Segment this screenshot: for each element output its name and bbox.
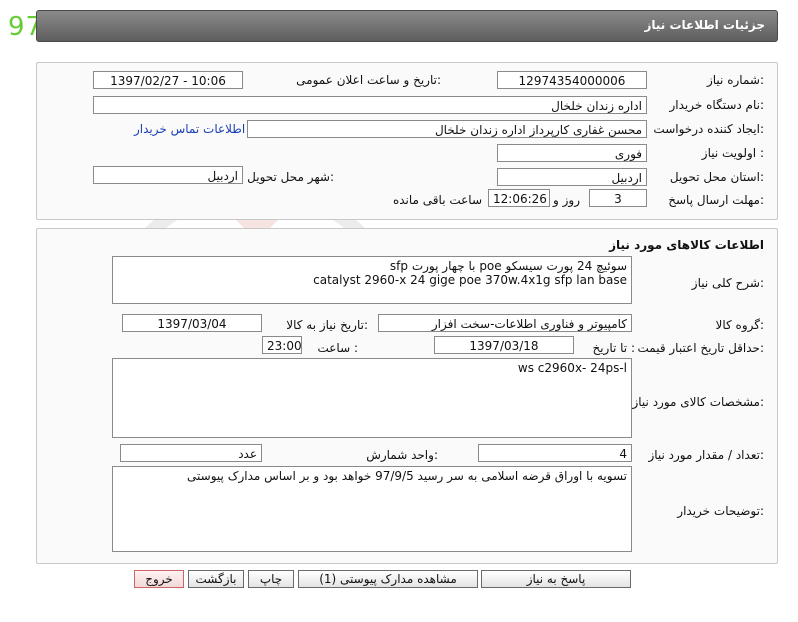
days-and-label: روز و <box>553 193 580 207</box>
announce-datetime-field: 1397/02/27 - 10:06 <box>93 71 243 89</box>
exit-button[interactable]: خروج <box>134 570 184 588</box>
need-date-field: 1397/03/04 <box>122 314 262 332</box>
quantity-field: 4 <box>478 444 632 462</box>
goods-group-field: کامپیوتر و فناوری اطلاعات-سخت افزار <box>378 314 632 332</box>
reply-button[interactable]: پاسخ به نیاز <box>481 570 631 588</box>
quantity-label: تعداد / مقدار مورد نیاز: <box>648 448 764 462</box>
city-label: شهر محل تحویل: <box>247 170 334 184</box>
buyer-org-field: اداره زندان خلخال <box>93 96 647 114</box>
unit-field: عدد <box>120 444 262 462</box>
goods-group-label: گروه کالا: <box>715 318 765 332</box>
spec-field: ws c2960x- 24ps-l <box>112 358 632 438</box>
creator-label: ایجاد کننده درخواست: <box>653 122 764 136</box>
back-button[interactable]: بازگشت <box>188 570 244 588</box>
price-validity-label: حداقل تاریخ اعتبار قیمت: <box>637 341 764 355</box>
until-date-label: تا تاریخ : <box>592 341 635 355</box>
deadline-days-field: 3 <box>589 189 647 207</box>
deadline-time-field: 12:06:26 <box>488 189 550 207</box>
need-date-label: تاریخ نیاز به کالا: <box>286 318 368 332</box>
general-desc-line-1: سوئیچ 24 پورت سیسکو poe با چهار پورت sfp <box>389 259 627 273</box>
province-label: استان محل تحویل: <box>669 170 764 184</box>
need-number-field: 12974354000006 <box>497 71 647 89</box>
time-field: 23:00 <box>262 336 302 354</box>
buyer-notes-label: توضیحات خریدار: <box>677 504 764 518</box>
priority-label: اولویت نیاز : <box>701 146 764 160</box>
remaining-label: ساعت باقی مانده <box>392 193 482 207</box>
deadline-label: مهلت ارسال پاسخ: <box>668 193 764 207</box>
need-number-label: شماره نیاز: <box>706 73 764 87</box>
buyer-org-label: نام دستگاه خریدار: <box>669 98 765 112</box>
general-desc-label: شرح کلی نیاز: <box>691 276 764 290</box>
priority-field: فوری <box>497 144 647 162</box>
province-field: اردبیل <box>497 168 647 186</box>
city-field: اردبیل <box>93 166 243 184</box>
view-attachments-button[interactable]: مشاهده مدارک پیوستی (1) <box>298 570 478 588</box>
until-date-field: 1397/03/18 <box>434 336 574 354</box>
announce-datetime-label: تاریخ و ساعت اعلان عمومی: <box>296 73 441 87</box>
buyer-notes-field: تسویه با اوراق قرضه اسلامی به سر رسید 97… <box>112 466 632 552</box>
creator-field: محسن غفاری کارپرداز اداره زندان خلخال <box>247 120 647 138</box>
page-title: جزئیات اطلاعات نیاز <box>644 18 765 32</box>
time-label: ساعت : <box>317 341 358 355</box>
header-bar: جزئیات اطلاعات نیاز <box>36 10 778 42</box>
print-button[interactable]: چاپ <box>248 570 294 588</box>
unit-label: واحد شمارش: <box>366 448 438 462</box>
general-desc-field: سوئیچ 24 پورت سیسکو poe با چهار پورت sfp… <box>112 256 632 304</box>
goods-section-title: اطلاعات کالاهای مورد نیاز <box>609 238 764 252</box>
general-desc-line-2: catalyst 2960-x 24 gige poe 370w.4x1g sf… <box>313 273 627 287</box>
spec-label: مشخصات کالای مورد نیاز: <box>632 395 764 409</box>
buyer-contact-link[interactable]: اطلاعات تماس خریدار <box>134 122 245 136</box>
